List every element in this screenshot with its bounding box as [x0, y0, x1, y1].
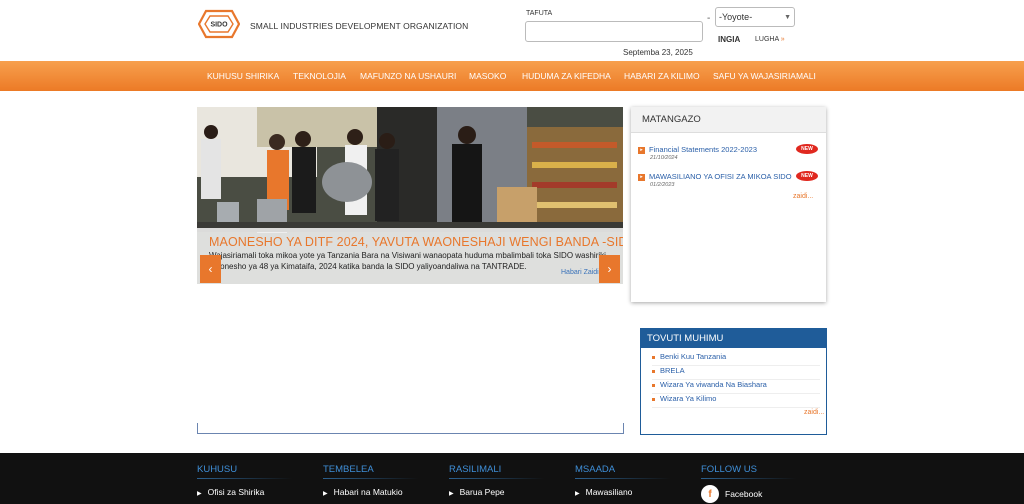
caret-right-icon: ▶ [323, 491, 328, 497]
caret-right-icon: ▶ [449, 491, 454, 497]
announcements-title: MATANGAZO [631, 107, 826, 133]
facebook-icon[interactable]: f [701, 485, 719, 503]
login-link[interactable]: INGIA [718, 35, 740, 44]
language-label: LUGHA [755, 36, 779, 43]
nav-item-mafunzo[interactable]: MAFUNZO NA USHAURI [360, 61, 456, 91]
footer-link-label: Habari na Matukio [333, 487, 403, 497]
announcements-panel: MATANGAZO ▸ Financial Statements 2022-20… [631, 107, 826, 302]
nav-item-huduma[interactable]: HUDUMA ZA KIFEDHA [522, 61, 611, 91]
logo-text: SIDO [210, 22, 228, 29]
nav-item-masoko[interactable]: MASOKO [469, 61, 506, 91]
list-item: BRELA [652, 366, 820, 380]
list-item: Wizara Ya viwanda Na Biashara [652, 380, 820, 394]
chevron-down-icon: » [780, 36, 785, 43]
important-links-panel: TOVUTI MUHIMU Benki Kuu Tanzania BRELA W… [640, 328, 827, 435]
current-date: Septemba 23, 2025 [623, 48, 693, 57]
chevron-down-icon: ▼ [784, 13, 791, 21]
announcement-link[interactable]: Financial Statements 2022-2023 [649, 145, 757, 154]
footer-heading-tembelea: TEMBELEA [323, 464, 374, 475]
nav-item-safu[interactable]: SAFU YA WAJASIRIAMALI [713, 61, 816, 91]
footer-divider [197, 478, 292, 479]
link-wizara-viwanda[interactable]: Wizara Ya viwanda Na Biashara [660, 380, 767, 389]
link-benki-kuu[interactable]: Benki Kuu Tanzania [660, 352, 726, 361]
nav-item-habari-kilimo[interactable]: HABARI ZA KILIMO [624, 61, 700, 91]
footer-divider [323, 478, 418, 479]
bullet-icon: ▸ [638, 147, 645, 154]
footer-link-label: Barua Pepe [459, 487, 505, 497]
list-item: Wizara Ya Kilimo [652, 394, 820, 408]
search-separator: - [707, 13, 711, 24]
caret-right-icon: ▶ [197, 491, 202, 497]
list-item: Benki Kuu Tanzania [652, 352, 820, 366]
footer-link-label: Mawasiliano [585, 487, 633, 497]
page: SIDO SMALL INDUSTRIES DEVELOPMENT ORGANI… [0, 0, 1024, 504]
footer-divider [701, 478, 796, 479]
slider-prev-button[interactable]: ‹ [200, 255, 221, 283]
footer-divider [575, 478, 670, 479]
bullet-icon [652, 384, 655, 387]
footer-heading-kuhusu: KUHUSU [197, 464, 238, 475]
announcement-date: 01/2/2023 [650, 182, 675, 188]
footer-link-barua[interactable]: ▶ Barua Pepe [449, 487, 505, 497]
site-header: SIDO SMALL INDUSTRIES DEVELOPMENT ORGANI… [0, 0, 1024, 61]
news-slider[interactable]: MAONESHO YA DITF 2024, YAVUTA WAONESHAJI… [197, 107, 623, 284]
category-select-value: -Yoyote- [719, 12, 753, 22]
footer-link-habari[interactable]: ▶ Habari na Matukio [323, 487, 403, 497]
footer-divider [449, 478, 544, 479]
important-links-more-link[interactable]: zaidi... [804, 409, 824, 416]
footer-heading-rasilimali: RASILIMALI [449, 464, 502, 475]
content-divider [197, 423, 624, 434]
bullet-icon [652, 370, 655, 373]
announcement-date: 21/10/2024 [650, 155, 678, 161]
slider-next-button[interactable]: › [599, 255, 620, 283]
footer-heading-follow-us: FOLLOW US [701, 464, 757, 475]
chevron-left-icon: ‹ [208, 262, 213, 276]
link-wizara-kilimo[interactable]: Wizara Ya Kilimo [660, 394, 716, 403]
chevron-right-icon: › [607, 262, 612, 276]
main-nav: KUHUSU SHIRIKA TEKNOLOJIA MAFUNZO NA USH… [0, 61, 1024, 91]
footer-link-mawasiliano[interactable]: ▶ Mawasiliano [575, 487, 632, 497]
footer-link-ofisi[interactable]: ▶ Ofisi za Shirika [197, 487, 264, 497]
footer-heading-msaada: MSAADA [575, 464, 616, 475]
site-footer: KUHUSU ▶ Ofisi za Shirika TEMBELEA ▶ Habar… [0, 453, 1024, 504]
slide-read-more-link[interactable]: Habari Zaidi [561, 269, 599, 276]
search-label: TAFUTA [526, 10, 553, 17]
footer-link-label: Ofisi za Shirika [207, 487, 265, 497]
caret-right-icon: ▶ [575, 491, 580, 497]
bullet-icon: ▸ [638, 174, 645, 181]
category-select[interactable]: -Yoyote- ▼ [715, 7, 795, 27]
slide-title[interactable]: MAONESHO YA DITF 2024, YAVUTA WAONESHAJI… [209, 235, 623, 249]
important-links-title: TOVUTI MUHIMU [641, 329, 826, 348]
bullet-icon [652, 356, 655, 359]
language-menu[interactable]: LUGHA » [755, 36, 785, 43]
new-badge: NEW [796, 171, 818, 181]
link-brela[interactable]: BRELA [660, 366, 685, 375]
search-input[interactable] [525, 21, 703, 42]
announcement-link[interactable]: MAWASILIANO YA OFISI ZA MIKOA SIDO [649, 172, 792, 181]
announcements-more-link[interactable]: zaidi... [793, 193, 813, 200]
facebook-link[interactable]: Facebook [725, 489, 762, 499]
bullet-icon [652, 398, 655, 401]
nav-item-kuhusu-shirika[interactable]: KUHUSU SHIRIKA [207, 61, 279, 91]
nav-item-teknolojia[interactable]: TEKNOLOJIA [293, 61, 346, 91]
slide-summary: Wajasiriamali toka mikoa yote ya Tanzani… [209, 251, 609, 271]
sido-logo[interactable]: SIDO [198, 9, 240, 39]
new-badge: NEW [796, 144, 818, 154]
org-name: SMALL INDUSTRIES DEVELOPMENT ORGANIZATIO… [250, 21, 469, 31]
